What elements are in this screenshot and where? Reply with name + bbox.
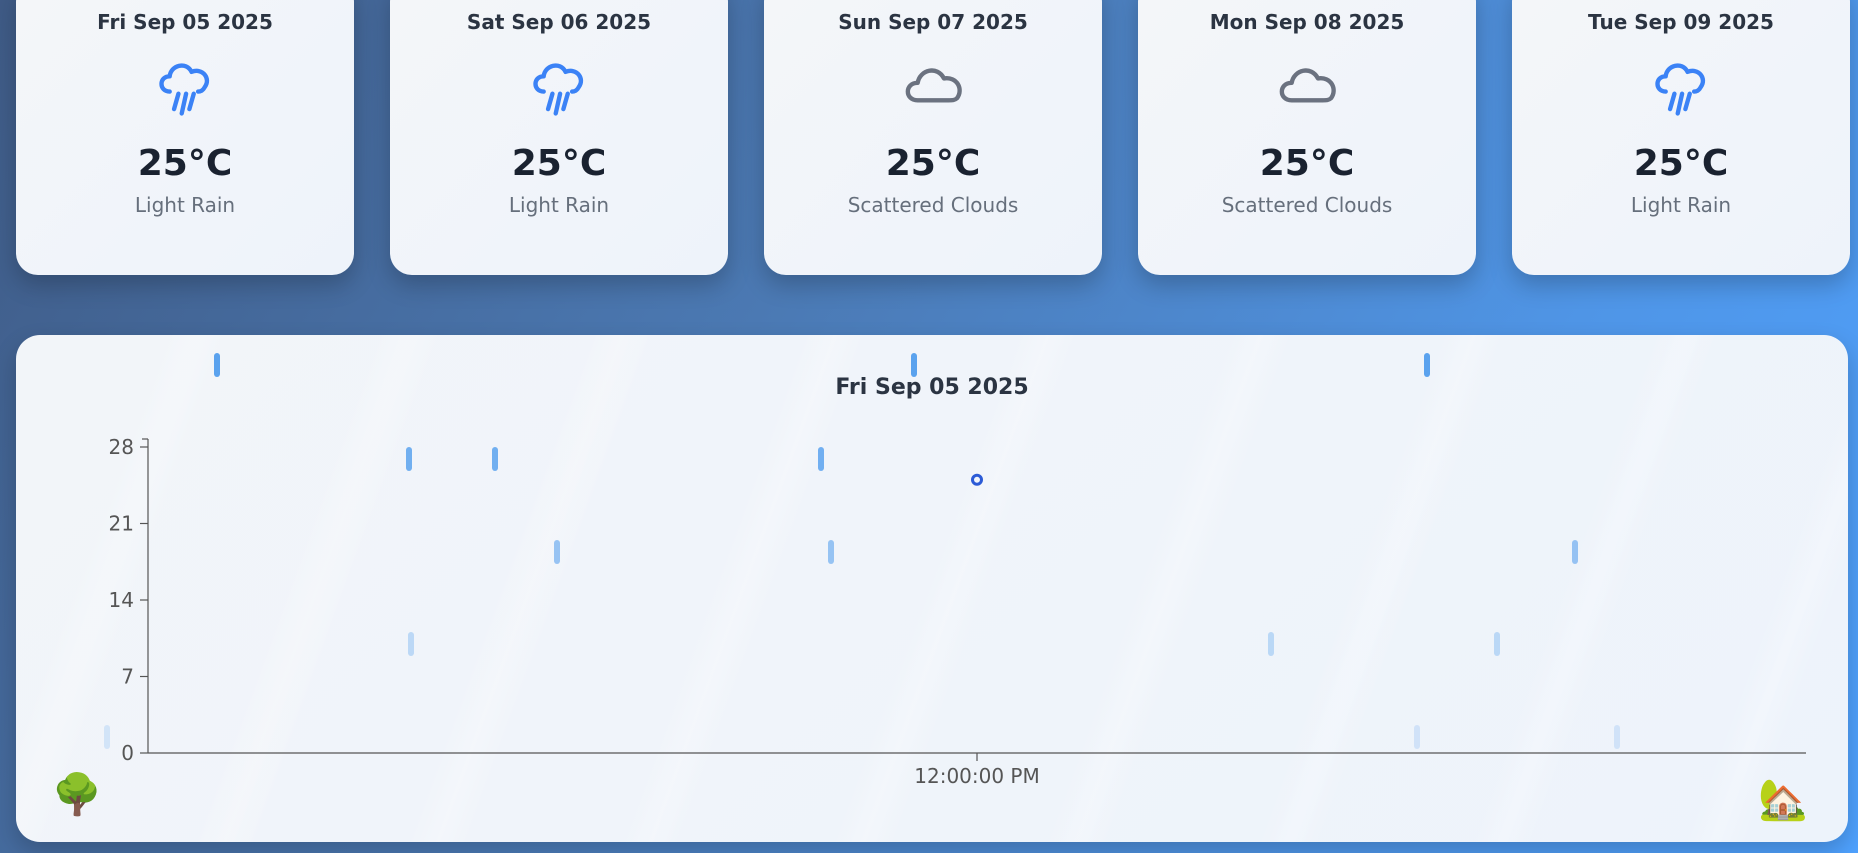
cloud-icon <box>1138 50 1476 130</box>
forecast-temp: 25°C <box>511 143 607 184</box>
tree-icon: 🌳 <box>52 772 102 818</box>
forecast-date: Mon Sep 08 2025 <box>1209 10 1405 34</box>
rain-cloud-icon <box>1512 50 1850 130</box>
forecast-desc: Light Rain <box>508 193 610 217</box>
forecast-card: Tue Sep 09 2025 25°C Light Rain <box>1512 0 1850 275</box>
y-tick-label: 14 <box>109 588 134 612</box>
forecast-desc: Light Rain <box>134 193 236 217</box>
house-icon: 🏡 <box>1758 777 1808 823</box>
forecast-card: Sun Sep 07 2025 25°C Scattered Clouds <box>764 0 1102 275</box>
forecast-card: Sat Sep 06 2025 25°C Light Rain <box>390 0 728 275</box>
rain-cloud-icon <box>390 50 728 130</box>
forecast-date: Sun Sep 07 2025 <box>838 10 1028 34</box>
y-tick-label: 7 <box>121 665 134 689</box>
forecast-card: Fri Sep 05 2025 25°C Light Rain <box>16 0 354 275</box>
hourly-chart-panel: Fri Sep 05 2025 0 7 14 21 28 12:00:00 PM 🌳 🏡 <box>16 335 1848 842</box>
y-tick-label: 0 <box>121 741 134 765</box>
forecast-date: Sat Sep 06 2025 <box>466 10 652 34</box>
forecast-card: Mon Sep 08 2025 25°C Scattered Clouds <box>1138 0 1476 275</box>
forecast-temp: 25°C <box>1633 143 1729 184</box>
y-tick-label: 21 <box>109 512 134 536</box>
cloud-icon <box>764 50 1102 130</box>
temperature-chart: 0 7 14 21 28 12:00:00 PM <box>109 435 1806 788</box>
y-tick-label: 28 <box>109 435 134 459</box>
forecast-temp: 25°C <box>137 143 233 184</box>
rain-cloud-icon <box>16 50 354 130</box>
forecast-temp: 25°C <box>885 143 981 184</box>
forecast-desc: Scattered Clouds <box>847 193 1019 217</box>
forecast-date: Fri Sep 05 2025 <box>97 10 273 34</box>
forecast-date: Tue Sep 09 2025 <box>1588 10 1774 34</box>
data-point <box>971 473 983 486</box>
forecast-desc: Scattered Clouds <box>1221 193 1393 217</box>
forecast-desc: Light Rain <box>1630 193 1732 217</box>
x-tick-label: 12:00:00 PM <box>914 764 1040 788</box>
forecast-temp: 25°C <box>1259 143 1355 184</box>
